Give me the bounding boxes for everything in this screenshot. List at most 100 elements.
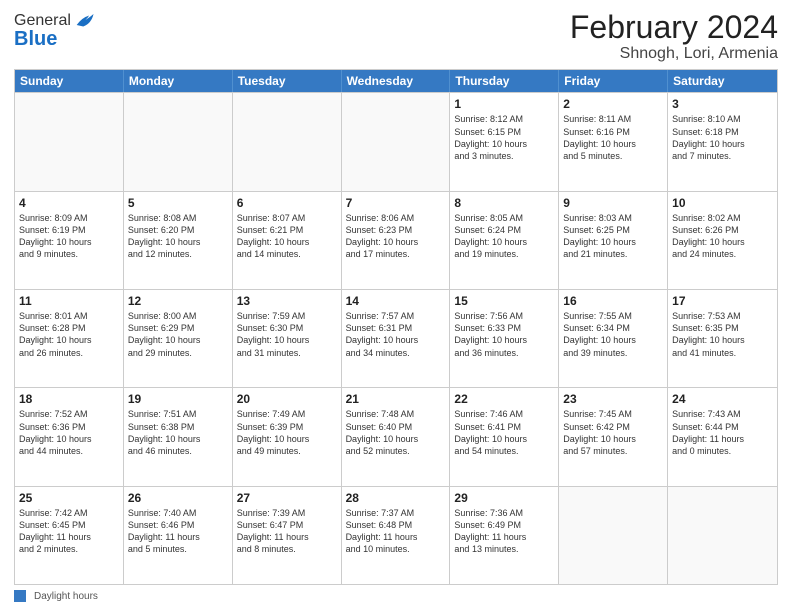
calendar-cell bbox=[15, 93, 124, 190]
cell-info: Sunrise: 7:48 AM Sunset: 6:40 PM Dayligh… bbox=[346, 408, 446, 457]
calendar-body: 1Sunrise: 8:12 AM Sunset: 6:15 PM Daylig… bbox=[15, 92, 777, 584]
legend-label: Daylight hours bbox=[34, 591, 98, 602]
day-number: 1 bbox=[454, 96, 554, 112]
day-number: 25 bbox=[19, 490, 119, 506]
cell-info: Sunrise: 7:36 AM Sunset: 6:49 PM Dayligh… bbox=[454, 507, 554, 556]
calendar-cell: 12Sunrise: 8:00 AM Sunset: 6:29 PM Dayli… bbox=[124, 290, 233, 387]
day-number: 28 bbox=[346, 490, 446, 506]
main-title: February 2024 bbox=[570, 10, 778, 45]
calendar-cell bbox=[342, 93, 451, 190]
calendar-row: 4Sunrise: 8:09 AM Sunset: 6:19 PM Daylig… bbox=[15, 191, 777, 289]
calendar-cell: 16Sunrise: 7:55 AM Sunset: 6:34 PM Dayli… bbox=[559, 290, 668, 387]
title-block: February 2024 Shnogh, Lori, Armenia bbox=[570, 10, 778, 63]
cell-info: Sunrise: 7:55 AM Sunset: 6:34 PM Dayligh… bbox=[563, 310, 663, 359]
calendar-cell: 21Sunrise: 7:48 AM Sunset: 6:40 PM Dayli… bbox=[342, 388, 451, 485]
calendar-cell: 26Sunrise: 7:40 AM Sunset: 6:46 PM Dayli… bbox=[124, 487, 233, 584]
cell-info: Sunrise: 7:53 AM Sunset: 6:35 PM Dayligh… bbox=[672, 310, 773, 359]
cell-info: Sunrise: 7:46 AM Sunset: 6:41 PM Dayligh… bbox=[454, 408, 554, 457]
day-number: 8 bbox=[454, 195, 554, 211]
day-number: 12 bbox=[128, 293, 228, 309]
calendar-cell: 5Sunrise: 8:08 AM Sunset: 6:20 PM Daylig… bbox=[124, 192, 233, 289]
calendar-day-header: Thursday bbox=[450, 70, 559, 92]
calendar-cell: 19Sunrise: 7:51 AM Sunset: 6:38 PM Dayli… bbox=[124, 388, 233, 485]
cell-info: Sunrise: 7:42 AM Sunset: 6:45 PM Dayligh… bbox=[19, 507, 119, 556]
day-number: 9 bbox=[563, 195, 663, 211]
day-number: 4 bbox=[19, 195, 119, 211]
day-number: 21 bbox=[346, 391, 446, 407]
calendar: SundayMondayTuesdayWednesdayThursdayFrid… bbox=[14, 69, 778, 585]
calendar-header: SundayMondayTuesdayWednesdayThursdayFrid… bbox=[15, 70, 777, 92]
calendar-cell: 6Sunrise: 8:07 AM Sunset: 6:21 PM Daylig… bbox=[233, 192, 342, 289]
calendar-cell: 11Sunrise: 8:01 AM Sunset: 6:28 PM Dayli… bbox=[15, 290, 124, 387]
cell-info: Sunrise: 8:05 AM Sunset: 6:24 PM Dayligh… bbox=[454, 212, 554, 261]
calendar-row: 18Sunrise: 7:52 AM Sunset: 6:36 PM Dayli… bbox=[15, 387, 777, 485]
calendar-day-header: Saturday bbox=[668, 70, 777, 92]
calendar-day-header: Friday bbox=[559, 70, 668, 92]
calendar-cell: 23Sunrise: 7:45 AM Sunset: 6:42 PM Dayli… bbox=[559, 388, 668, 485]
calendar-cell: 20Sunrise: 7:49 AM Sunset: 6:39 PM Dayli… bbox=[233, 388, 342, 485]
header: General Blue February 2024 Shnogh, Lori,… bbox=[14, 10, 778, 63]
day-number: 15 bbox=[454, 293, 554, 309]
calendar-cell: 24Sunrise: 7:43 AM Sunset: 6:44 PM Dayli… bbox=[668, 388, 777, 485]
day-number: 24 bbox=[672, 391, 773, 407]
calendar-cell: 3Sunrise: 8:10 AM Sunset: 6:18 PM Daylig… bbox=[668, 93, 777, 190]
cell-info: Sunrise: 8:07 AM Sunset: 6:21 PM Dayligh… bbox=[237, 212, 337, 261]
cell-info: Sunrise: 7:59 AM Sunset: 6:30 PM Dayligh… bbox=[237, 310, 337, 359]
calendar-cell bbox=[559, 487, 668, 584]
cell-info: Sunrise: 8:12 AM Sunset: 6:15 PM Dayligh… bbox=[454, 113, 554, 162]
calendar-cell: 22Sunrise: 7:46 AM Sunset: 6:41 PM Dayli… bbox=[450, 388, 559, 485]
calendar-cell bbox=[233, 93, 342, 190]
calendar-day-header: Monday bbox=[124, 70, 233, 92]
calendar-row: 1Sunrise: 8:12 AM Sunset: 6:15 PM Daylig… bbox=[15, 92, 777, 190]
calendar-cell: 8Sunrise: 8:05 AM Sunset: 6:24 PM Daylig… bbox=[450, 192, 559, 289]
legend-box bbox=[14, 590, 26, 602]
day-number: 23 bbox=[563, 391, 663, 407]
cell-info: Sunrise: 8:03 AM Sunset: 6:25 PM Dayligh… bbox=[563, 212, 663, 261]
calendar-cell: 9Sunrise: 8:03 AM Sunset: 6:25 PM Daylig… bbox=[559, 192, 668, 289]
calendar-day-header: Wednesday bbox=[342, 70, 451, 92]
cell-info: Sunrise: 7:49 AM Sunset: 6:39 PM Dayligh… bbox=[237, 408, 337, 457]
calendar-cell: 14Sunrise: 7:57 AM Sunset: 6:31 PM Dayli… bbox=[342, 290, 451, 387]
day-number: 29 bbox=[454, 490, 554, 506]
day-number: 3 bbox=[672, 96, 773, 112]
cell-info: Sunrise: 7:43 AM Sunset: 6:44 PM Dayligh… bbox=[672, 408, 773, 457]
cell-info: Sunrise: 8:11 AM Sunset: 6:16 PM Dayligh… bbox=[563, 113, 663, 162]
calendar-row: 11Sunrise: 8:01 AM Sunset: 6:28 PM Dayli… bbox=[15, 289, 777, 387]
calendar-cell: 2Sunrise: 8:11 AM Sunset: 6:16 PM Daylig… bbox=[559, 93, 668, 190]
cell-info: Sunrise: 7:37 AM Sunset: 6:48 PM Dayligh… bbox=[346, 507, 446, 556]
logo-bird-icon bbox=[73, 10, 95, 32]
calendar-day-header: Tuesday bbox=[233, 70, 342, 92]
calendar-cell: 4Sunrise: 8:09 AM Sunset: 6:19 PM Daylig… bbox=[15, 192, 124, 289]
day-number: 11 bbox=[19, 293, 119, 309]
day-number: 2 bbox=[563, 96, 663, 112]
subtitle: Shnogh, Lori, Armenia bbox=[570, 45, 778, 63]
cell-info: Sunrise: 8:01 AM Sunset: 6:28 PM Dayligh… bbox=[19, 310, 119, 359]
legend: Daylight hours bbox=[14, 590, 778, 602]
day-number: 16 bbox=[563, 293, 663, 309]
cell-info: Sunrise: 7:39 AM Sunset: 6:47 PM Dayligh… bbox=[237, 507, 337, 556]
calendar-cell bbox=[668, 487, 777, 584]
cell-info: Sunrise: 7:45 AM Sunset: 6:42 PM Dayligh… bbox=[563, 408, 663, 457]
day-number: 10 bbox=[672, 195, 773, 211]
calendar-cell: 25Sunrise: 7:42 AM Sunset: 6:45 PM Dayli… bbox=[15, 487, 124, 584]
calendar-cell: 28Sunrise: 7:37 AM Sunset: 6:48 PM Dayli… bbox=[342, 487, 451, 584]
cell-info: Sunrise: 7:56 AM Sunset: 6:33 PM Dayligh… bbox=[454, 310, 554, 359]
cell-info: Sunrise: 8:08 AM Sunset: 6:20 PM Dayligh… bbox=[128, 212, 228, 261]
day-number: 7 bbox=[346, 195, 446, 211]
day-number: 22 bbox=[454, 391, 554, 407]
page: General Blue February 2024 Shnogh, Lori,… bbox=[0, 0, 792, 612]
calendar-cell: 29Sunrise: 7:36 AM Sunset: 6:49 PM Dayli… bbox=[450, 487, 559, 584]
day-number: 18 bbox=[19, 391, 119, 407]
calendar-cell: 7Sunrise: 8:06 AM Sunset: 6:23 PM Daylig… bbox=[342, 192, 451, 289]
day-number: 5 bbox=[128, 195, 228, 211]
day-number: 26 bbox=[128, 490, 228, 506]
day-number: 6 bbox=[237, 195, 337, 211]
calendar-cell: 1Sunrise: 8:12 AM Sunset: 6:15 PM Daylig… bbox=[450, 93, 559, 190]
calendar-day-header: Sunday bbox=[15, 70, 124, 92]
day-number: 19 bbox=[128, 391, 228, 407]
calendar-cell: 15Sunrise: 7:56 AM Sunset: 6:33 PM Dayli… bbox=[450, 290, 559, 387]
cell-info: Sunrise: 7:51 AM Sunset: 6:38 PM Dayligh… bbox=[128, 408, 228, 457]
cell-info: Sunrise: 8:09 AM Sunset: 6:19 PM Dayligh… bbox=[19, 212, 119, 261]
cell-info: Sunrise: 7:52 AM Sunset: 6:36 PM Dayligh… bbox=[19, 408, 119, 457]
cell-info: Sunrise: 8:02 AM Sunset: 6:26 PM Dayligh… bbox=[672, 212, 773, 261]
